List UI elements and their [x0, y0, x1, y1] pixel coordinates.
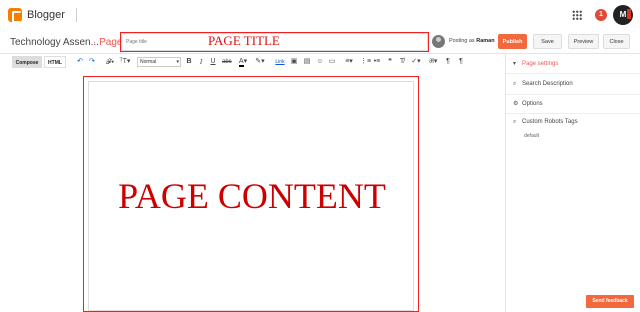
- align-icon[interactable]: ≡▾: [343, 57, 355, 67]
- font-size-icon[interactable]: ᵀT▾: [118, 57, 132, 67]
- video-icon[interactable]: ▤: [303, 57, 311, 67]
- html-mode-button[interactable]: HTML: [44, 56, 66, 68]
- page-settings-sidebar: ▾ Page settings ⌕ Search Description ⚙ Opti…: [505, 54, 640, 312]
- sidebar-item-custom-robots-tags[interactable]: ⌕ Custom Robots Tags: [513, 119, 578, 126]
- bold-icon[interactable]: B: [186, 57, 192, 67]
- spellcheck-icon[interactable]: ✓▾: [410, 57, 422, 67]
- profile-avatar[interactable]: M: [613, 5, 633, 25]
- blog-name[interactable]: Technology Assen...: [10, 37, 99, 48]
- send-feedback-button[interactable]: Send feedback: [586, 295, 634, 308]
- save-button[interactable]: Save: [533, 34, 562, 49]
- notification-badge[interactable]: 1: [595, 9, 607, 21]
- format-select[interactable]: Normal: [137, 57, 181, 67]
- close-button[interactable]: Close: [603, 34, 630, 49]
- highlight-icon[interactable]: ✎▾: [254, 57, 266, 67]
- page-label: Page: [99, 37, 123, 48]
- compose-mode-button[interactable]: Compose: [12, 56, 42, 68]
- posting-as: Posting as Raman: [449, 38, 495, 44]
- numbered-list-icon[interactable]: ⋮≡: [360, 57, 371, 67]
- title-row: Technology Assen... · Page PAGE TITLE Po…: [0, 30, 640, 54]
- page-title-input[interactable]: [120, 32, 429, 52]
- page-content-editor[interactable]: PAGE CONTENT: [83, 76, 419, 312]
- divider: [76, 8, 77, 22]
- ltr-icon[interactable]: ¶: [457, 57, 465, 67]
- preview-button[interactable]: Preview: [568, 34, 599, 49]
- search-icon: ⌕: [513, 119, 517, 125]
- divider: [506, 113, 640, 114]
- posting-user: Raman: [476, 38, 495, 44]
- separator: ·: [93, 37, 97, 48]
- sidebar-item-label: Custom Robots Tags: [522, 119, 578, 125]
- brand-name[interactable]: Blogger: [27, 9, 65, 21]
- gear-icon: ⚙: [513, 101, 519, 107]
- search-icon: ⌕: [513, 81, 517, 87]
- link-button[interactable]: Link: [274, 57, 286, 67]
- page-content-annotation: PAGE CONTENT: [118, 176, 386, 216]
- publish-button[interactable]: Publish: [498, 34, 527, 49]
- underline-icon[interactable]: U: [210, 57, 216, 67]
- clear-formatting-icon[interactable]: T̸: [398, 57, 406, 67]
- page-settings-label: Page settings: [522, 61, 559, 67]
- posting-prefix: Posting as: [449, 38, 475, 44]
- redo-icon[interactable]: ↷: [88, 57, 96, 67]
- undo-icon[interactable]: ↶: [76, 57, 84, 67]
- emoji-icon[interactable]: ☺: [316, 57, 324, 67]
- jump-break-icon[interactable]: ▭: [328, 57, 336, 67]
- user-avatar-icon: [432, 35, 445, 48]
- page-settings-heading[interactable]: ▾ Page settings: [513, 60, 558, 67]
- page-type-label: · Page: [93, 37, 122, 48]
- input-tools-icon[interactable]: अ▾: [427, 57, 439, 67]
- text-color-icon[interactable]: A▾: [237, 57, 249, 67]
- strikethrough-icon[interactable]: abc: [222, 57, 232, 67]
- top-bar: Blogger 1 M: [0, 0, 640, 30]
- apps-grid-icon[interactable]: [572, 10, 582, 20]
- rtl-icon[interactable]: ¶: [444, 57, 452, 67]
- font-family-icon[interactable]: 𝓕▾: [104, 57, 116, 67]
- quote-icon[interactable]: ❝: [386, 57, 394, 67]
- sidebar-item-options[interactable]: ⚙ Options: [513, 100, 543, 107]
- sidebar-item-label: Search Description: [522, 81, 573, 87]
- chevron-down-icon: ▾: [513, 61, 517, 67]
- divider: [506, 73, 640, 74]
- image-icon[interactable]: ▣: [290, 57, 298, 67]
- divider: [506, 94, 640, 95]
- bulleted-list-icon[interactable]: •≡: [373, 57, 381, 67]
- italic-icon[interactable]: I: [198, 57, 204, 67]
- blogger-logo-icon[interactable]: [8, 8, 22, 23]
- sidebar-item-label: Options: [522, 101, 543, 107]
- editor-toolbar: Compose HTML ↶ ↷ 𝓕▾ ᵀT▾ Normal B I U abc…: [0, 54, 500, 70]
- sidebar-item-search-description[interactable]: ⌕ Search Description: [513, 81, 573, 88]
- robots-tag-value: default: [524, 133, 540, 139]
- editor-area: PAGE CONTENT: [0, 70, 505, 312]
